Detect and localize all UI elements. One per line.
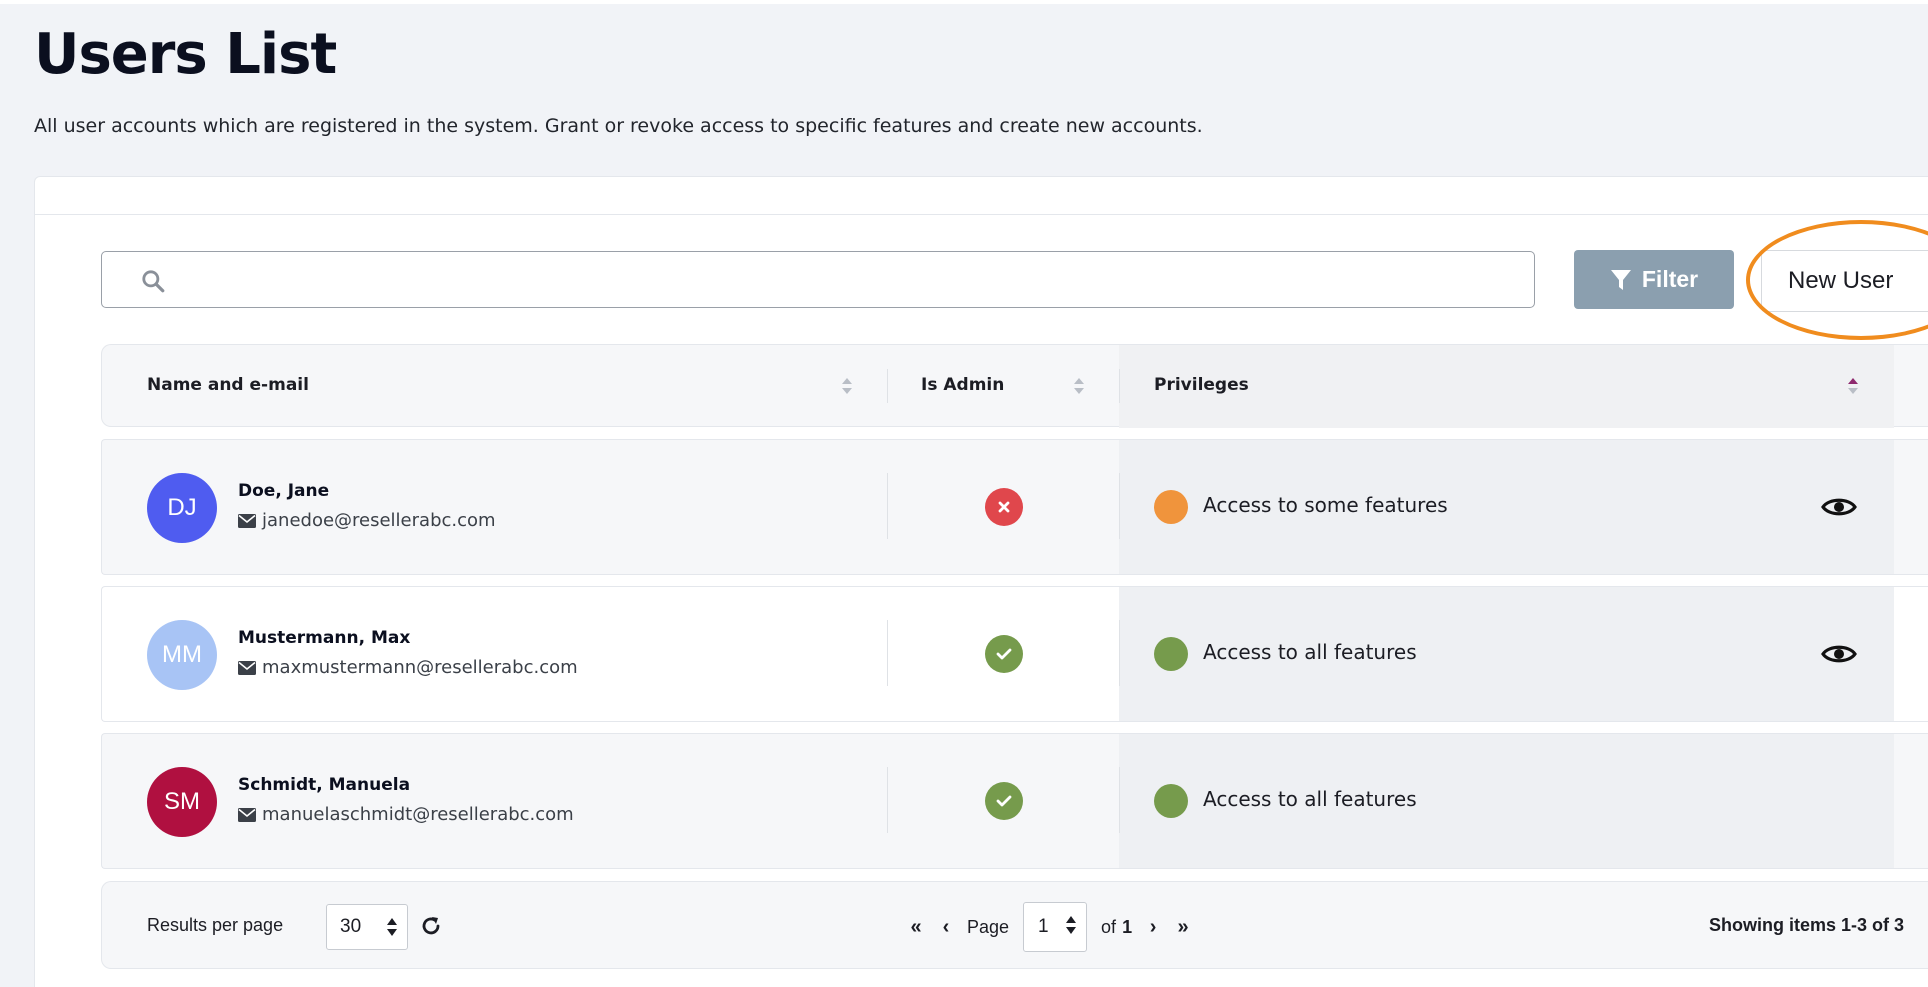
user-name: Mustermann, Max [238,628,411,648]
privilege-status-dot [1154,784,1188,818]
column-divider [887,767,888,833]
page-subtitle: All user accounts which are registered i… [34,115,1203,137]
spinner-icon[interactable] [1064,914,1078,936]
new-user-button-label: New User [1788,267,1894,294]
avatar: DJ [147,473,217,543]
user-name: Schmidt, Manuela [238,775,411,795]
column-header-privileges[interactable]: Privileges [1154,375,1249,395]
column-divider [1119,620,1120,686]
new-user-button[interactable]: New User [1761,250,1928,312]
chevron-left-icon[interactable]: ‹ [931,916,961,939]
column-header-name[interactable]: Name and e-mail [147,375,309,395]
user-name: Doe, Jane [238,481,330,501]
user-email: manuelaschmidt@resellerabc.com [238,804,574,825]
pagination: « ‹ Page 1 of 1 › » [901,902,1198,952]
envelope-icon [238,660,256,675]
spinner-icon[interactable] [385,916,399,938]
chevron-right-icon[interactable]: › [1138,916,1168,939]
current-page-value: 1 [1038,916,1049,937]
privilege-status-dot [1154,637,1188,671]
column-divider [1119,369,1120,403]
admin-no-icon [985,488,1023,526]
search-icon [142,270,165,293]
results-per-page-value: 30 [340,916,362,937]
column-header-is-admin[interactable]: Is Admin [921,375,1004,395]
user-email-text: maxmustermann@resellerabc.com [262,657,578,678]
of-label: of [1101,916,1117,937]
filter-button[interactable]: Filter [1574,250,1734,309]
filter-icon [1610,269,1631,290]
column-divider [1119,767,1120,833]
table-row[interactable]: DJ Doe, Jane janedoe@resellerabc.com Acc… [101,439,1928,575]
table-header: Name and e-mail Is Admin Privileges [101,344,1928,428]
avatar: SM [147,767,217,837]
sort-icon[interactable] [840,375,854,397]
page: Users List All user accounts which are r… [0,4,1928,987]
user-email-text: manuelaschmidt@resellerabc.com [262,804,574,825]
results-per-page-label: Results per page [147,915,284,935]
envelope-icon [238,807,256,822]
privileges-text: Access to some features [1203,493,1448,517]
column-divider [887,620,888,686]
showing-items-text: Showing items 1-3 of 3 [1708,915,1904,935]
admin-yes-icon [985,782,1023,820]
table-row[interactable]: SM Schmidt, Manuela manuelaschmidt@resel… [101,733,1928,869]
double-chevron-right-icon[interactable]: » [1168,916,1198,939]
refresh-icon[interactable] [419,914,443,938]
privileges-text: Access to all features [1203,787,1417,811]
card-header-strip [34,176,1928,214]
user-email: janedoe@resellerabc.com [238,510,496,531]
sort-ascending-icon[interactable] [1846,375,1860,397]
privileges-text: Access to all features [1203,640,1417,664]
envelope-icon [238,513,256,528]
page-label: Page [967,916,1010,937]
total-pages: 1 [1122,916,1133,937]
column-divider [887,473,888,539]
filter-button-label: Filter [1641,266,1699,292]
table-footer: Results per page 30 « ‹ Page 1 of 1 › » … [101,881,1928,969]
column-divider [1119,473,1120,539]
avatar: MM [147,620,217,690]
user-email: maxmustermann@resellerabc.com [238,657,578,678]
page-number-stepper[interactable]: 1 [1023,902,1088,952]
page-title: Users List [34,22,337,87]
privilege-status-dot [1154,490,1188,524]
sort-icon[interactable] [1072,375,1086,397]
eye-icon[interactable] [1821,642,1857,666]
table-row[interactable]: MM Mustermann, Max maxmustermann@reselle… [101,586,1928,722]
user-email-text: janedoe@resellerabc.com [262,510,496,531]
results-per-page-stepper[interactable]: 30 [326,904,408,950]
admin-yes-icon [985,635,1023,673]
double-chevron-left-icon[interactable]: « [901,916,931,939]
eye-icon[interactable] [1821,495,1857,519]
search-box[interactable] [101,251,1535,308]
search-input[interactable] [182,260,1512,300]
column-divider [887,369,888,403]
